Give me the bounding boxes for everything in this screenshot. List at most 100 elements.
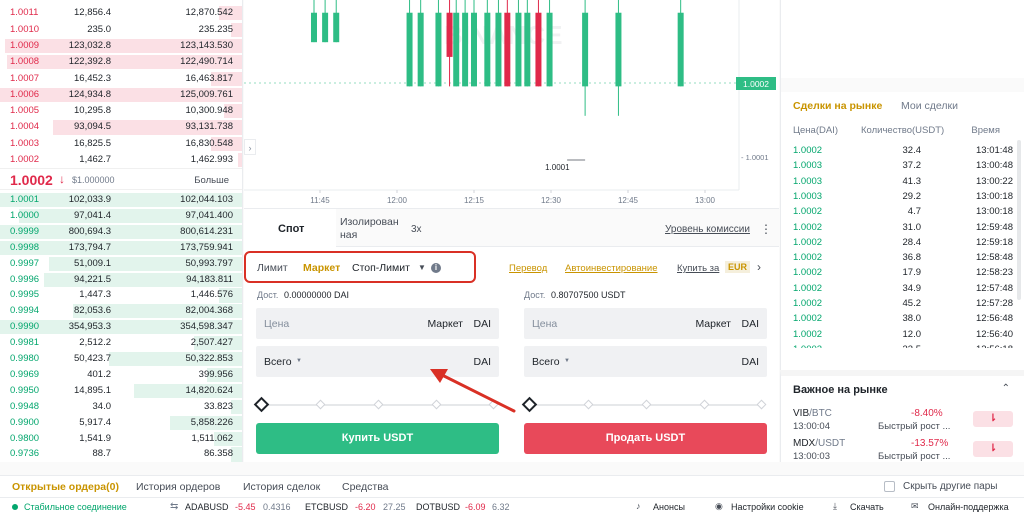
support-link[interactable]: Онлайн-поддержка: [928, 502, 1009, 512]
trade-row: 1.0002 33.5 12:56:18: [781, 342, 1024, 348]
ticker-symbol[interactable]: ETCBUSD: [305, 502, 348, 512]
order-book: 1.0012 1.0011 12,856.4 12,870.542 1.0010 235.…: [0, 0, 243, 462]
ticker-change: -5.45: [235, 502, 256, 512]
bid-row[interactable]: 0.9800 1,541.9 1,511.062: [0, 431, 242, 447]
trade-row: 1.0002 12.0 12:56:40: [781, 327, 1024, 342]
tab-open-orders[interactable]: Открытые ордера(0): [12, 481, 119, 493]
trading-page: 1.0012 1.0011 12,856.4 12,870.542 1.0010 235.…: [0, 0, 1024, 515]
trade-price: 1.0002: [793, 267, 823, 279]
sell-price-field[interactable]: Цена Маркет DAI: [524, 308, 767, 339]
ask-row[interactable]: 1.0008 122,392.8 122,490.714: [0, 54, 242, 70]
bid-row[interactable]: 1.0000 97,041.4 97,041.400: [0, 208, 242, 224]
order-type-limit[interactable]: Лимит: [257, 262, 288, 274]
trade-quantity: 41.3: [902, 175, 922, 187]
currency-badge[interactable]: EUR: [725, 261, 751, 273]
mover-row[interactable]: VIB/BTC -8.40% 13:00:04 Быстрый рост ... ⇂: [781, 408, 1024, 438]
ask-row[interactable]: 1.0005 10,295.8 10,300.948: [0, 103, 242, 119]
bid-row[interactable]: 0.9981 2,512.2 2,507.427: [0, 335, 242, 351]
buy-slider-handle[interactable]: [253, 396, 270, 413]
ticker-symbol[interactable]: ADABUSD: [185, 502, 229, 512]
bid-row[interactable]: 0.9998 173,794.7 173,759.941: [0, 240, 242, 256]
announcements-link[interactable]: Анонсы: [653, 502, 685, 512]
order-amount: 50,423.7: [74, 353, 111, 364]
trade-price: 1.0002: [793, 206, 823, 218]
ask-row[interactable]: 1.0004 93,094.5 93,131.738: [0, 119, 242, 135]
ask-row[interactable]: 1.0003 16,825.5 16,830.548: [0, 136, 242, 152]
ask-row[interactable]: 1.0007 16,452.3 16,463.817: [0, 71, 242, 87]
ticker-symbol[interactable]: DOTBUSD: [416, 502, 460, 512]
order-type-market[interactable]: Маркет: [303, 262, 340, 274]
order-amount: 88.7: [92, 448, 112, 460]
order-type-stop-limit[interactable]: Стоп-Лимит: [352, 262, 410, 274]
mid-price-usd: $1.000000: [72, 175, 115, 185]
ask-row[interactable]: 1.0010 235.0 235.235: [0, 22, 242, 38]
tab-trade-history[interactable]: История сделок: [243, 481, 320, 493]
caret-down-icon[interactable]: ▼: [418, 263, 426, 272]
mover-desc: Быстрый рост ...: [878, 451, 951, 462]
bid-row[interactable]: 0.9999 800,694.3 800,614.231: [0, 224, 242, 240]
trade-row: 1.0002 34.9 12:57:48: [781, 281, 1024, 296]
transfer-link[interactable]: Перевод: [509, 263, 547, 274]
bid-row[interactable]: 0.9980 50,423.7 50,322.853: [0, 351, 242, 367]
ask-row[interactable]: 1.0009 123,032.8 123,143.530: [0, 38, 242, 54]
bid-row[interactable]: 1.0001 102,033.9 102,044.103: [0, 192, 242, 208]
time-tick: 11:45: [310, 196, 330, 205]
bid-row[interactable]: 0.9736 88.7 86.358: [0, 446, 242, 462]
price-chart[interactable]: BINANCE 11:45 12:00 12:15 12:30 12:45 13:00 1.0…: [244, 0, 779, 208]
tab-order-history[interactable]: История ордеров: [136, 481, 220, 493]
info-icon[interactable]: i: [431, 263, 441, 273]
cookie-settings-link[interactable]: Настройки cookie: [731, 502, 804, 512]
col-time: Время: [971, 125, 1000, 136]
bid-row[interactable]: 0.9995 1,447.3 1,446.576: [0, 287, 242, 303]
buy-price-field[interactable]: Цена Маркет DAI: [256, 308, 499, 339]
fee-level-link[interactable]: Уровень комиссии: [665, 224, 750, 235]
buy-with-link[interactable]: Купить за: [677, 263, 719, 274]
bell-icon: ♪: [636, 501, 641, 511]
tab-my-trades[interactable]: Мои сделки: [901, 100, 958, 112]
tab-spot[interactable]: Спот: [244, 209, 336, 247]
candle: [504, 12, 511, 87]
download-link[interactable]: Скачать: [850, 502, 884, 512]
mover-row[interactable]: MDX/USDT -13.57% 13:00:03 Быстрый рост ... ⇂: [781, 438, 1024, 468]
buy-button[interactable]: Купить USDT: [256, 423, 499, 454]
trade-quantity: 32.4: [902, 145, 922, 156]
order-amount: 12,856.4: [74, 7, 111, 19]
sell-button[interactable]: Продать USDT: [524, 423, 767, 454]
chevron-right-icon[interactable]: ›: [244, 139, 256, 155]
more-link[interactable]: Больше: [194, 175, 229, 186]
sell-slider-handle[interactable]: [521, 396, 538, 413]
bid-row[interactable]: 0.9969 401.2 399.956: [0, 367, 242, 383]
chevron-right-icon[interactable]: ›: [757, 260, 761, 274]
tab-market-trades[interactable]: Сделки на рынке: [793, 100, 882, 112]
order-price: 0.9999: [10, 225, 40, 237]
bid-row[interactable]: 0.9900 5,917.4 5,858.226: [0, 415, 242, 431]
autoinvest-link[interactable]: Автоинвестирование: [565, 263, 658, 274]
ask-row[interactable]: 1.0002 1,462.7 1,462.993: [0, 152, 242, 168]
collapse-icon[interactable]: ⌃: [1002, 383, 1010, 394]
bid-row[interactable]: 0.9997 51,009.1 50,993.797: [0, 256, 242, 272]
sell-available-label: Дост.: [524, 290, 546, 300]
ask-row[interactable]: 1.0006 124,934.8 125,009.761: [0, 87, 242, 103]
candle: [582, 12, 589, 87]
trade-time: 12:59:48: [976, 221, 1013, 233]
ask-row[interactable]: 1.0011 12,856.4 12,870.542: [0, 5, 242, 21]
order-amount: 97,041.4: [74, 209, 111, 221]
hide-pairs-checkbox[interactable]: [884, 481, 895, 492]
trend-down-icon[interactable]: ⇂: [973, 411, 1013, 427]
order-amount: 34.0: [92, 400, 112, 412]
hide-pairs-label[interactable]: Скрыть другие пары: [903, 481, 998, 492]
more-menu-icon[interactable]: ⋮: [760, 222, 772, 236]
tab-isolated[interactable]: Изолирован ная: [340, 216, 414, 242]
leverage-label: 3x: [411, 224, 422, 235]
order-amount: 16,452.3: [74, 72, 111, 84]
bid-row[interactable]: 0.9994 82,053.6 82,004.368: [0, 303, 242, 319]
trend-down-icon[interactable]: ⇂: [973, 441, 1013, 457]
sell-total-field[interactable]: Всего ▼ DAI: [524, 346, 767, 377]
sell-price-value: Маркет: [695, 318, 731, 330]
bid-row[interactable]: 0.9948 34.0 33.823: [0, 399, 242, 415]
bid-row[interactable]: 0.9996 94,221.5 94,183.811: [0, 272, 242, 288]
tab-funds[interactable]: Средства: [342, 481, 389, 493]
scrollbar[interactable]: [1017, 140, 1021, 300]
bid-row[interactable]: 0.9950 14,895.1 14,820.624: [0, 383, 242, 399]
bid-row[interactable]: 0.9990 354,953.3 354,598.347: [0, 319, 242, 335]
